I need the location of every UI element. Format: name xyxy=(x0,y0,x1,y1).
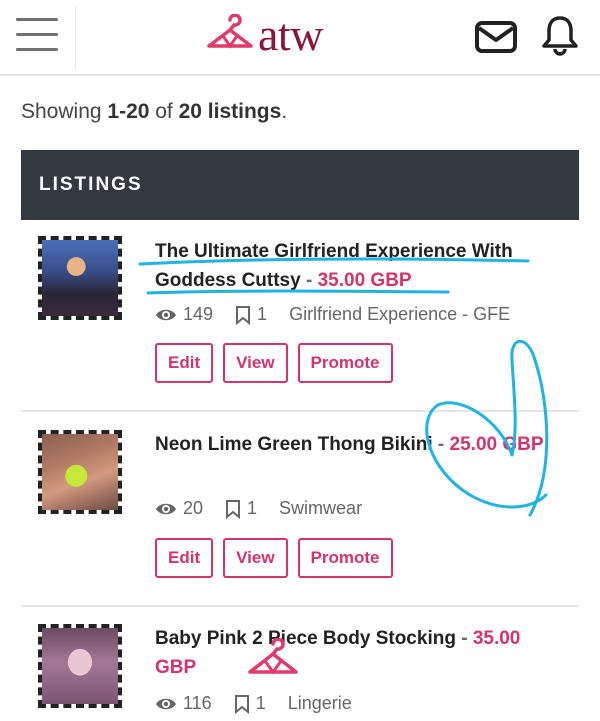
promote-button[interactable]: Promote xyxy=(297,538,393,578)
listing-price: 25.00 GBP xyxy=(449,434,544,455)
edit-button[interactable]: Edit xyxy=(155,538,214,578)
promote-button[interactable]: Promote xyxy=(297,343,393,383)
menu-icon[interactable] xyxy=(16,18,60,54)
listing-price: 35.00 GBP xyxy=(317,270,412,291)
listing-actions: Edit View Promote xyxy=(155,343,393,383)
logo-text: atw xyxy=(258,9,323,60)
listing-title[interactable]: Neon Lime Green Thong Bikini - 25.00 GBP xyxy=(155,430,565,459)
header-divider xyxy=(75,6,76,70)
bookmark-icon xyxy=(236,305,251,325)
bookmark-icon xyxy=(234,694,249,714)
view-button[interactable]: View xyxy=(223,538,288,578)
top-header: atw xyxy=(0,0,600,76)
view-count: 149 xyxy=(183,304,214,324)
hanger-logo-icon xyxy=(207,14,253,49)
edit-button[interactable]: Edit xyxy=(155,343,214,383)
listings-section-header: LISTINGS xyxy=(21,150,579,220)
bell-icon[interactable] xyxy=(540,14,580,56)
save-count: 1 xyxy=(257,304,268,324)
listing-category[interactable]: Swimwear xyxy=(279,498,362,519)
listing-divider xyxy=(21,410,579,412)
listing-category[interactable]: Girlfriend Experience - GFE xyxy=(289,304,510,325)
listing-meta: 149 1 Girlfriend Experience - GFE xyxy=(155,304,510,325)
listing-thumbnail[interactable] xyxy=(38,236,122,320)
listing-meta: 116 1 Lingerie xyxy=(155,693,352,714)
site-logo[interactable]: atw xyxy=(206,9,356,62)
listing-actions: Edit View Promote xyxy=(155,538,393,578)
listing-title[interactable]: The Ultimate Girlfriend Experience With … xyxy=(155,237,565,295)
section-title: LISTINGS xyxy=(39,174,143,195)
listing-category[interactable]: Lingerie xyxy=(288,693,352,714)
view-count: 116 xyxy=(183,693,212,713)
eye-icon xyxy=(156,698,176,709)
mail-icon[interactable] xyxy=(474,20,518,54)
bookmark-icon xyxy=(226,499,241,519)
eye-icon xyxy=(156,503,176,514)
listing-divider xyxy=(21,605,579,607)
eye-icon xyxy=(156,309,176,320)
listing-meta: 20 1 Swimwear xyxy=(155,498,362,519)
listing-thumbnail[interactable] xyxy=(38,430,122,514)
view-button[interactable]: View xyxy=(223,343,288,383)
listing-thumbnail[interactable] xyxy=(38,624,122,708)
view-count: 20 xyxy=(183,498,204,518)
save-count: 1 xyxy=(255,693,266,713)
listing-title[interactable]: Baby Pink 2 Piece Body Stocking - 35.00 … xyxy=(155,624,565,682)
save-count: 1 xyxy=(247,498,258,518)
results-summary: Showing 1-20 of 20 listings. xyxy=(21,100,288,123)
